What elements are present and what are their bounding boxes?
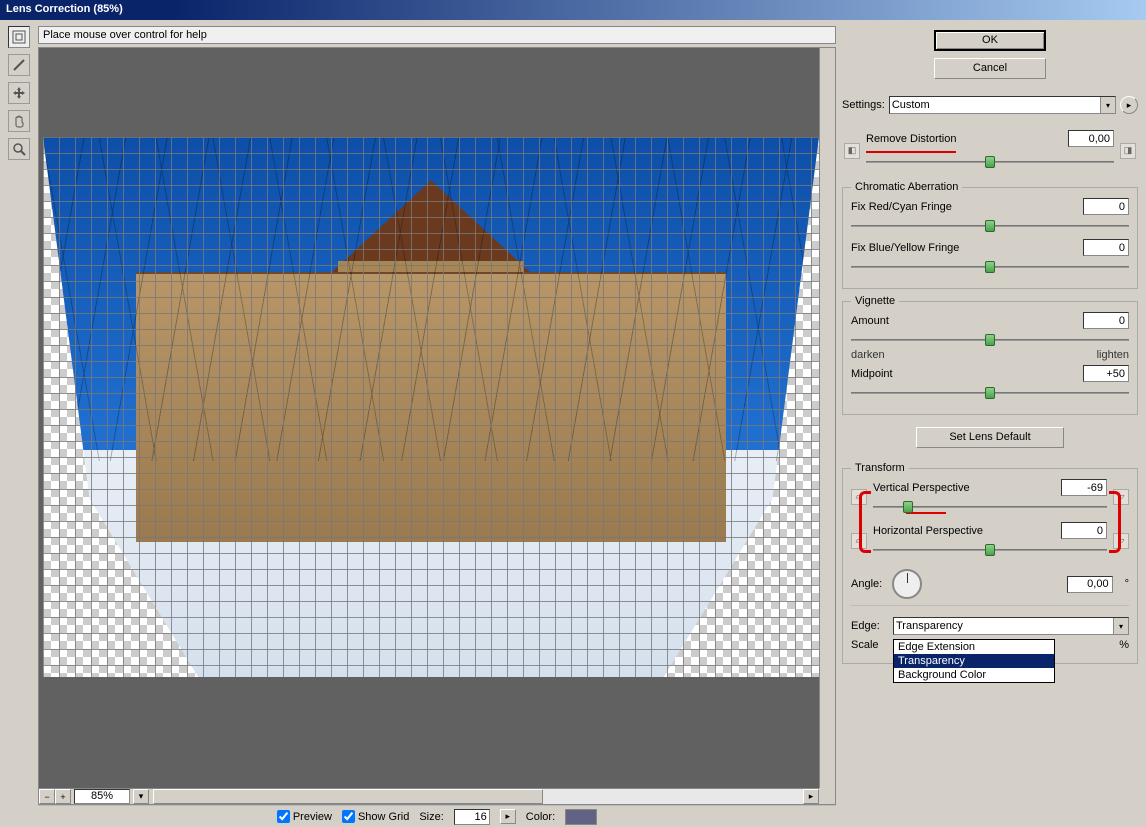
horizontal-perspective-label: Horizontal Perspective [873, 525, 1061, 537]
settings-menu-button[interactable]: ▸ [1120, 96, 1138, 114]
scale-percent: % [1119, 639, 1129, 651]
horizontal-perspective-slider[interactable] [873, 543, 1107, 557]
grid-size-label: Size: [419, 811, 443, 823]
edge-option-background[interactable]: Background Color [894, 668, 1054, 682]
vertical-perspective-slider[interactable] [873, 500, 1107, 514]
remove-distortion-label: Remove Distortion [866, 133, 1068, 145]
vignette-midpoint-slider[interactable] [851, 386, 1129, 400]
scrollbar-vertical[interactable] [819, 48, 835, 788]
scroll-right-button[interactable]: ▸ [803, 789, 819, 804]
window-titlebar: Lens Correction (85%) [0, 0, 1146, 20]
angle-label: Angle: [851, 578, 882, 590]
zoom-scroll-bar: − + 85% ▾ ▸ [39, 788, 819, 804]
vignette-amount-label: Amount [851, 315, 1083, 327]
zoom-menu-button[interactable]: ▾ [133, 789, 149, 804]
degree-symbol: ° [1125, 578, 1129, 590]
fix-red-cyan-slider[interactable] [851, 219, 1129, 233]
edge-option-transparency[interactable]: Transparency [894, 654, 1054, 668]
fix-red-cyan-label: Fix Red/Cyan Fringe [851, 201, 1083, 213]
scale-label: Scale [851, 639, 893, 651]
preview-footer: Preview Show Grid Size: ▸ Color: [38, 805, 836, 827]
vignette-midpoint-input[interactable] [1083, 365, 1129, 382]
settings-combo[interactable]: Custom▾ [889, 96, 1116, 114]
set-lens-default-button[interactable]: Set Lens Default [916, 427, 1064, 448]
vignette-group: Vignette Amount darkenlighten Midpoint [842, 301, 1138, 415]
cancel-button[interactable]: Cancel [934, 58, 1046, 79]
distortion-barrel-icon: ◧ [844, 143, 860, 159]
preview-checkbox[interactable]: Preview [277, 810, 332, 823]
move-grid-tool[interactable] [8, 82, 30, 104]
edge-combo[interactable]: Transparency▾ [893, 617, 1129, 635]
photo [43, 137, 819, 677]
vignette-midpoint-label: Midpoint [851, 368, 1083, 380]
edge-option-extension[interactable]: Edge Extension [894, 640, 1054, 654]
edge-dropdown[interactable]: Edge Extension Transparency Background C… [893, 639, 1055, 683]
grid-size-menu[interactable]: ▸ [500, 809, 516, 824]
grid-color-label: Color: [526, 811, 555, 823]
tool-strip [0, 20, 38, 827]
horizontal-perspective-input[interactable] [1061, 522, 1107, 539]
edge-label: Edge: [851, 620, 893, 632]
zoom-tool[interactable] [8, 138, 30, 160]
remove-distortion-input[interactable] [1068, 130, 1114, 147]
angle-dial[interactable] [892, 569, 922, 599]
settings-label: Settings: [842, 99, 885, 111]
zoom-in-button[interactable]: + [55, 789, 71, 804]
straighten-tool[interactable] [8, 54, 30, 76]
fix-blue-yellow-input[interactable] [1083, 239, 1129, 256]
vertical-perspective-input[interactable] [1061, 479, 1107, 496]
remove-distortion-slider[interactable] [866, 155, 1114, 169]
vignette-amount-slider[interactable] [851, 333, 1129, 347]
fix-blue-yellow-label: Fix Blue/Yellow Fringe [851, 242, 1083, 254]
vertical-perspective-label: Vertical Perspective [873, 482, 1061, 494]
chromatic-group: Chromatic Aberration Fix Red/Cyan Fringe… [842, 187, 1138, 289]
help-hint: Place mouse over control for help [38, 26, 836, 44]
grid-size-input[interactable] [454, 809, 490, 825]
distortion-pincushion-icon: ◨ [1120, 143, 1136, 159]
window-title: Lens Correction (85%) [6, 3, 123, 15]
ok-button[interactable]: OK [934, 30, 1046, 51]
highlight-bracket-left [859, 491, 871, 553]
fix-blue-yellow-slider[interactable] [851, 260, 1129, 274]
show-grid-checkbox[interactable]: Show Grid [342, 810, 409, 823]
scrollbar-horizontal[interactable] [153, 789, 803, 804]
hand-tool[interactable] [8, 110, 30, 132]
vignette-amount-input[interactable] [1083, 312, 1129, 329]
zoom-level[interactable]: 85% [74, 789, 130, 804]
zoom-out-button[interactable]: − [39, 789, 55, 804]
preview-canvas[interactable]: − + 85% ▾ ▸ [38, 47, 836, 805]
image-stage [43, 137, 819, 677]
highlight-bracket-right [1109, 491, 1121, 553]
grid-color-swatch[interactable] [565, 809, 597, 825]
fix-red-cyan-input[interactable] [1083, 198, 1129, 215]
remove-distortion-tool[interactable] [8, 26, 30, 48]
angle-input[interactable] [1067, 576, 1113, 593]
transform-group: Transform ▱ Vertical Perspective ▱ ▱ Hor… [842, 468, 1138, 664]
